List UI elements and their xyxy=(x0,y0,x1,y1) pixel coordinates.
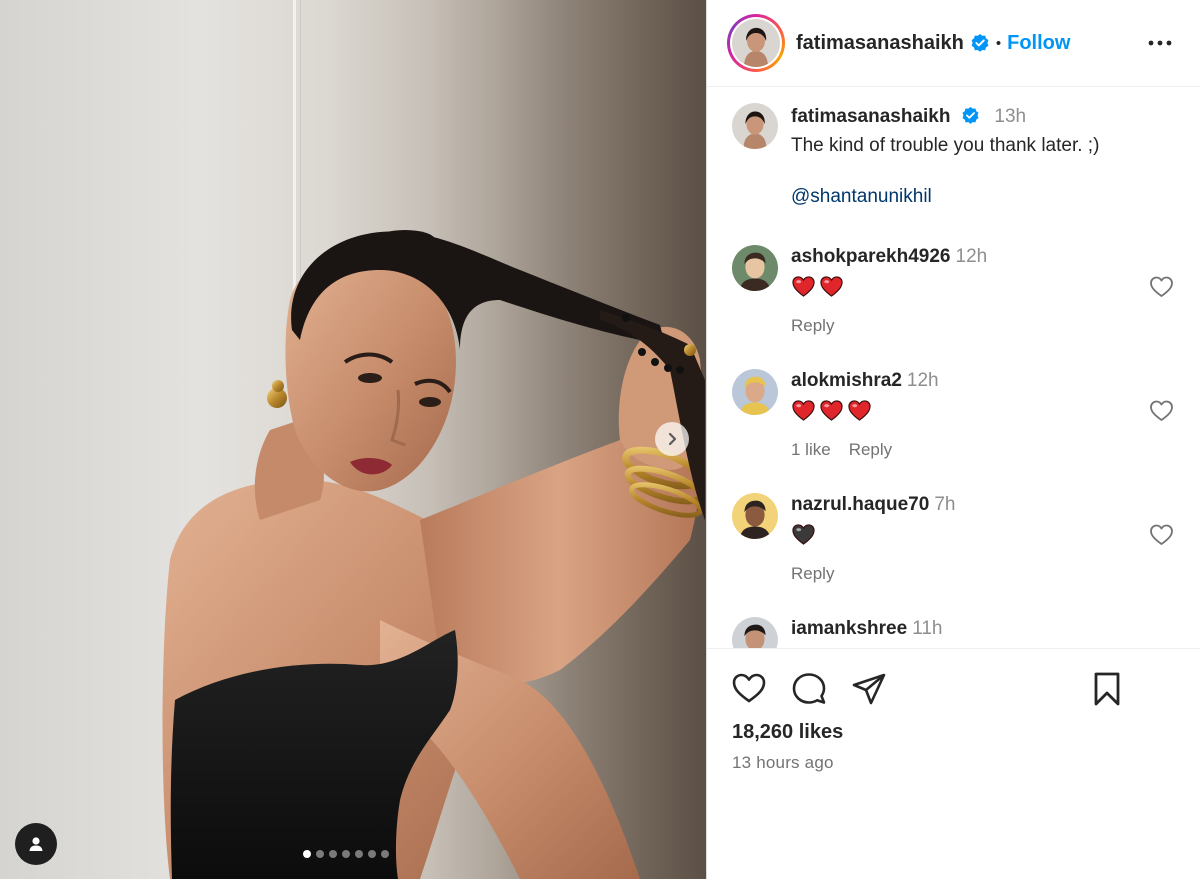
avatar[interactable] xyxy=(732,369,778,415)
chevron-right-icon xyxy=(668,432,677,446)
post-photo xyxy=(0,0,706,879)
heart-outline-icon[interactable] xyxy=(731,671,767,707)
comment-time: 12h xyxy=(906,370,939,391)
comment-item: ashokparekh4926 12h Reply xyxy=(732,245,1192,355)
post-timestamp[interactable]: 13 hours ago xyxy=(732,753,834,773)
story-ring[interactable] xyxy=(727,14,785,72)
heart-emoji-icon xyxy=(792,275,815,297)
carousel-dot xyxy=(303,850,311,858)
comments-list[interactable]: fatimasanashaikh 13h The kind of trouble… xyxy=(707,88,1200,648)
post-header: fatimasanashaikh • Follow xyxy=(707,0,1200,87)
more-horizontal-icon[interactable] xyxy=(1147,30,1173,56)
follow-button[interactable]: Follow xyxy=(1007,32,1070,55)
reply-button[interactable]: Reply xyxy=(791,564,834,584)
tagged-users-button[interactable] xyxy=(15,823,57,865)
comment-item: nazrul.haque70 7h Reply xyxy=(732,493,1192,603)
like-count[interactable]: 18,260 likes xyxy=(732,721,843,744)
comment-item: iamankshree 11h xyxy=(732,617,1192,648)
avatar[interactable] xyxy=(732,103,778,149)
carousel-dot xyxy=(329,850,337,858)
carousel-dot xyxy=(368,850,376,858)
carousel-dot xyxy=(381,850,389,858)
heart-outline-icon[interactable] xyxy=(1149,523,1174,547)
comment-bubble-icon[interactable] xyxy=(791,671,827,707)
caption-username[interactable]: fatimasanashaikh xyxy=(791,106,950,127)
avatar[interactable] xyxy=(732,19,780,67)
comment-username[interactable]: nazrul.haque70 xyxy=(791,494,929,515)
post-side-panel: fatimasanashaikh • Follow fatimasanashai… xyxy=(706,0,1200,879)
verified-badge-icon xyxy=(962,106,979,124)
post-actions-footer: 18,260 likes 13 hours ago xyxy=(707,648,1200,879)
reply-button[interactable]: Reply xyxy=(849,440,892,460)
bookmark-icon[interactable] xyxy=(1089,671,1125,707)
carousel-dot xyxy=(355,850,363,858)
comment-text xyxy=(791,273,1131,299)
mention-link[interactable]: @shantanunikhil xyxy=(791,186,1191,208)
heart-emoji-icon xyxy=(820,275,843,297)
comment-text xyxy=(791,397,1131,423)
avatar[interactable] xyxy=(732,493,778,539)
post-media[interactable] xyxy=(0,0,706,879)
comment-time: 7h xyxy=(934,494,956,515)
caption-text: The kind of trouble you thank later. ;) xyxy=(791,135,1100,156)
reply-button[interactable]: Reply xyxy=(791,316,834,336)
comment-item: alokmishra2 12h 1 like Reply xyxy=(732,369,1192,479)
carousel-dot xyxy=(316,850,324,858)
separator-dot: • xyxy=(995,34,1002,52)
heart-emoji-icon xyxy=(792,399,815,421)
heart-emoji-icon xyxy=(848,399,871,421)
comment-text xyxy=(791,521,1131,547)
heart-outline-icon[interactable] xyxy=(1149,275,1174,299)
avatar[interactable] xyxy=(732,617,778,648)
avatar[interactable] xyxy=(732,245,778,291)
verified-badge-icon xyxy=(971,34,989,52)
comment-username[interactable]: ashokparekh4926 xyxy=(791,246,951,267)
paper-plane-icon[interactable] xyxy=(851,671,887,707)
comment-time: 11h xyxy=(912,618,943,639)
author-username[interactable]: fatimasanashaikh xyxy=(796,32,964,55)
carousel-next-button[interactable] xyxy=(655,422,689,456)
action-bar xyxy=(731,671,1177,707)
heart-emoji-icon xyxy=(820,399,843,421)
heart-emoji-icon xyxy=(792,523,815,545)
comment-username[interactable]: iamankshree xyxy=(791,618,907,639)
user-tag-icon xyxy=(29,837,43,851)
carousel-dot xyxy=(342,850,350,858)
comment-username[interactable]: alokmishra2 xyxy=(791,370,902,391)
caption-time: 13h xyxy=(994,106,1027,127)
comment-like-count[interactable]: 1 like xyxy=(791,440,831,460)
comment-time: 12h xyxy=(955,246,988,267)
heart-outline-icon[interactable] xyxy=(1149,399,1174,423)
carousel-indicator xyxy=(303,850,389,858)
